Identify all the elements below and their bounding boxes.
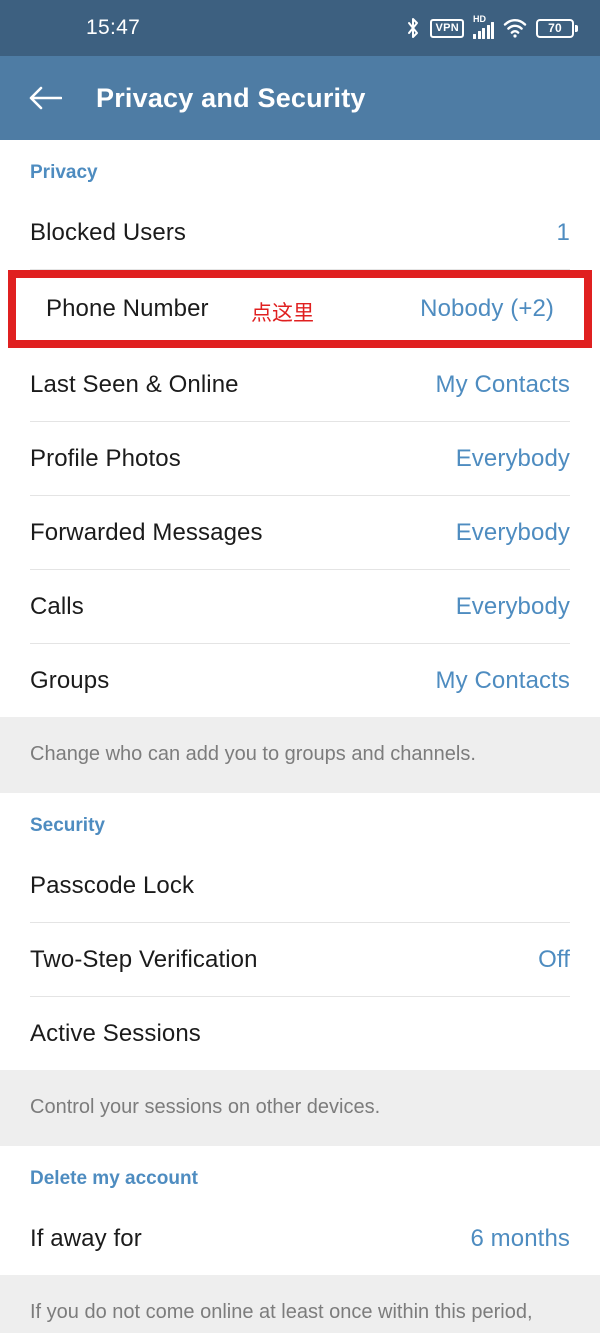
hd-label: HD <box>473 14 486 24</box>
signal-bars <box>473 22 494 39</box>
status-time: 15:47 <box>86 16 141 39</box>
row-value: Everybody <box>455 444 570 472</box>
page-title: Privacy and Security <box>96 82 366 113</box>
battery-level: 70 <box>548 21 562 35</box>
section-header-delete-account: Delete my account <box>0 1146 600 1202</box>
battery-icon: 70 <box>536 18 578 38</box>
wifi-icon <box>503 18 527 38</box>
section-header-privacy: Privacy <box>0 140 600 196</box>
app-bar: Privacy and Security <box>0 56 600 140</box>
row-value: Nobody (+2) <box>420 295 554 322</box>
row-blocked-users[interactable]: Blocked Users 1 <box>0 196 600 269</box>
screen-root: 15:47 VPN HD 70 Privacy and Security Pri… <box>0 0 600 1333</box>
row-profile-photos[interactable]: Profile Photos Everybody <box>0 422 600 495</box>
row-forwarded-messages[interactable]: Forwarded Messages Everybody <box>0 496 600 569</box>
section-footer-security: Control your sessions on other devices. <box>0 1070 600 1146</box>
row-value: Off <box>538 945 570 973</box>
row-calls[interactable]: Calls Everybody <box>0 570 600 643</box>
status-icons: VPN HD 70 <box>405 14 578 39</box>
section-footer-text: If you do not come online at least once … <box>30 1301 533 1333</box>
back-arrow-icon[interactable] <box>24 77 66 119</box>
row-label: Groups <box>30 666 110 694</box>
row-label: Phone Number <box>46 295 209 322</box>
row-passcode-lock[interactable]: Passcode Lock <box>0 849 600 922</box>
row-label: If away for <box>30 1224 142 1252</box>
highlight-box-phone-number: Phone Number Nobody (+2) 点这里 <box>8 270 592 348</box>
row-value: 1 <box>556 218 570 246</box>
row-label: Two-Step Verification <box>30 945 258 973</box>
row-value: 6 months <box>470 1224 570 1252</box>
row-last-seen-online[interactable]: Last Seen & Online My Contacts <box>0 348 600 421</box>
row-groups[interactable]: Groups My Contacts <box>0 644 600 717</box>
row-label: Profile Photos <box>30 444 181 472</box>
section-footer-privacy: Change who can add you to groups and cha… <box>0 717 600 793</box>
row-value: Everybody <box>455 518 570 546</box>
row-label: Last Seen & Online <box>30 370 239 398</box>
row-if-away-for[interactable]: If away for 6 months <box>0 1202 600 1275</box>
bluetooth-icon <box>405 17 421 39</box>
section-header-security: Security <box>0 793 600 849</box>
row-two-step-verification[interactable]: Two-Step Verification Off <box>0 923 600 996</box>
row-label: Active Sessions <box>30 1019 201 1047</box>
section-footer-text: Change who can add you to groups and cha… <box>30 743 476 765</box>
hd-signal-icon: HD <box>473 14 494 39</box>
row-active-sessions[interactable]: Active Sessions <box>0 997 600 1070</box>
section-footer-delete-account: If you do not come online at least once … <box>0 1275 600 1333</box>
row-value: My Contacts <box>435 370 570 398</box>
status-bar: 15:47 VPN HD 70 <box>0 0 600 56</box>
row-label: Blocked Users <box>30 218 187 246</box>
annotation-click-here: 点这里 <box>251 301 314 325</box>
row-label: Calls <box>30 592 84 620</box>
section-footer-text: Control your sessions on other devices. <box>30 1096 381 1118</box>
vpn-icon: VPN <box>430 18 464 38</box>
row-label: Passcode Lock <box>30 871 195 899</box>
row-label: Forwarded Messages <box>30 518 263 546</box>
row-value: My Contacts <box>435 666 570 694</box>
row-value: Everybody <box>455 592 570 620</box>
